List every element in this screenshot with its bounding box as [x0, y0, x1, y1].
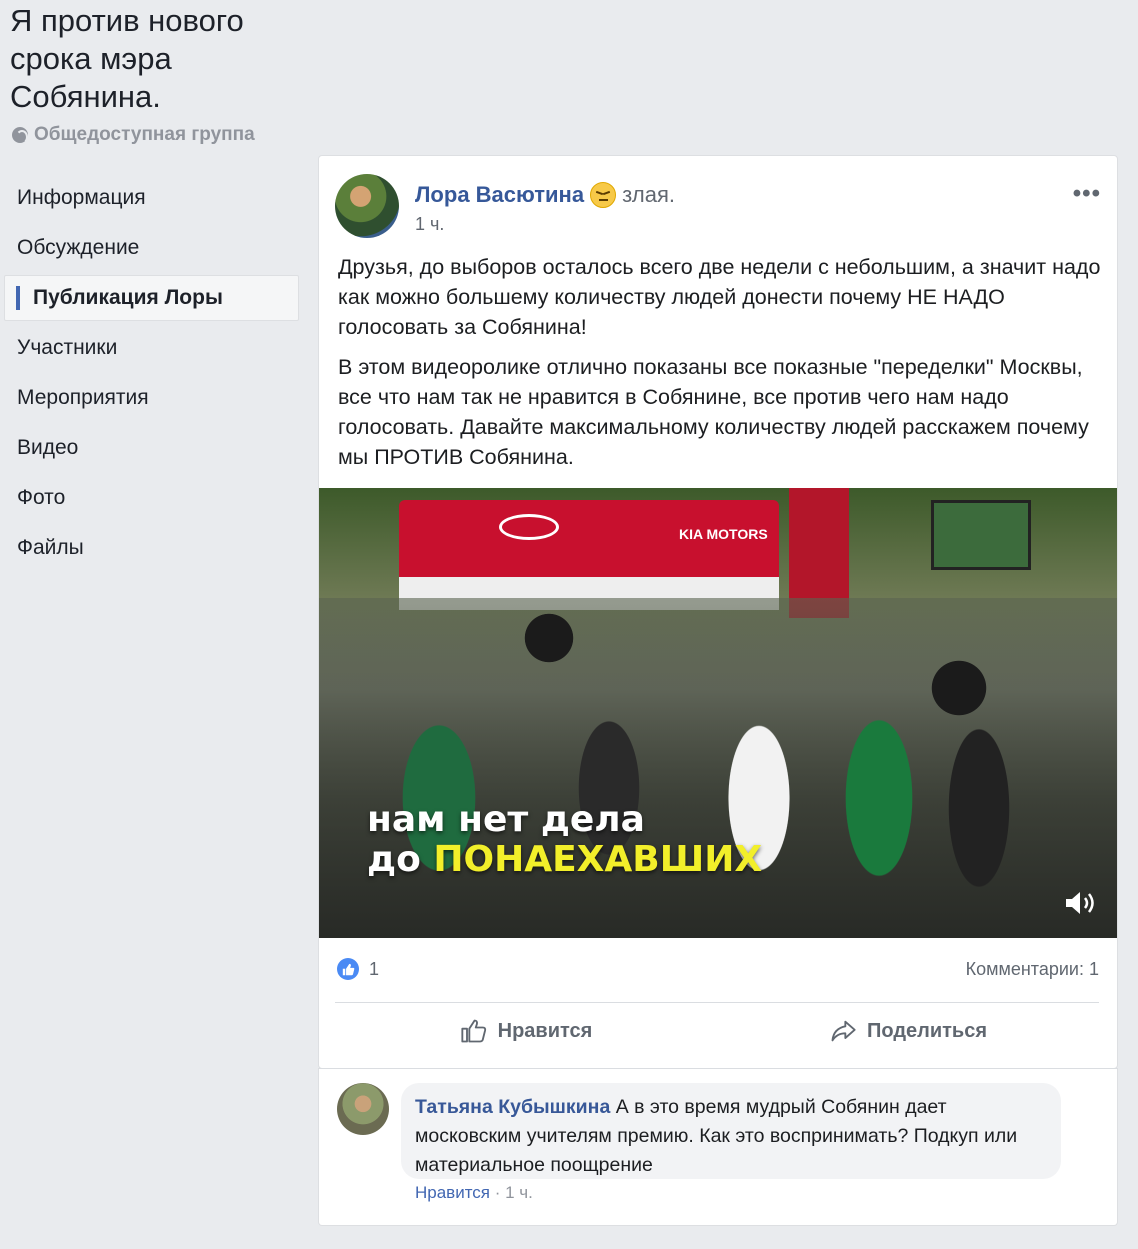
comment-like-link[interactable]: Нравится: [415, 1183, 490, 1202]
like-button-label: Нравится: [497, 1019, 593, 1042]
video-background-screen: [931, 500, 1031, 570]
video-caption: нам нет дела до ПОНАЕХАВШИХ: [367, 800, 762, 880]
nav-item-lora-post[interactable]: Публикация Лоры: [4, 275, 299, 321]
post-paragraph-2: В этом видеоролике отлично показаны все …: [338, 355, 1089, 469]
group-title: Я против нового срока мэра Собянина.: [10, 3, 244, 114]
nav-item-members[interactable]: Участники: [4, 323, 299, 373]
angry-emoji-icon: [590, 182, 617, 208]
share-icon: [831, 1020, 856, 1042]
comments-count[interactable]: Комментарии: 1: [966, 959, 1099, 980]
comment-bubble: Татьяна Кубышкина А в это время мудрый С…: [401, 1083, 1061, 1179]
comment-timestamp[interactable]: 1 ч.: [505, 1183, 533, 1202]
post-paragraph-1: Друзья, до выборов осталось всего две не…: [338, 255, 1101, 339]
nav-item-videos[interactable]: Видео: [4, 423, 299, 473]
author-name[interactable]: Лора Васютина: [415, 182, 584, 208]
video-caption-line-1: нам нет дела: [367, 799, 645, 840]
video-caption-prefix: до: [367, 839, 434, 880]
comment-meta: Нравится · 1 ч.: [415, 1183, 533, 1203]
post-card: Лора Васютина злая. 1 ч. ••• Друзья, до …: [318, 155, 1118, 1069]
more-options-icon[interactable]: •••: [1073, 180, 1101, 208]
nav-item-info[interactable]: Информация: [4, 173, 299, 223]
feeling-label: злая.: [622, 182, 676, 207]
nav-item-events[interactable]: Мероприятия: [4, 373, 299, 423]
video-caption-highlight: ПОНАЕХАВШИХ: [433, 839, 763, 880]
share-button[interactable]: Поделиться: [717, 1002, 1099, 1060]
globe-icon: [12, 127, 28, 144]
kia-sign: KIA MOTORS: [679, 526, 768, 542]
like-reaction-icon[interactable]: [337, 958, 359, 980]
comment-meta-separator: ·: [490, 1183, 506, 1202]
post-stats: 1 Комментарии: 1: [335, 956, 1099, 984]
like-button[interactable]: Нравится: [335, 1002, 717, 1060]
post-timestamp[interactable]: 1 ч.: [415, 214, 444, 235]
group-privacy-label: Общедоступная группа: [34, 124, 255, 145]
comments-section: Татьяна Кубышкина А в это время мудрый С…: [318, 1068, 1118, 1226]
comment-author[interactable]: Татьяна Кубышкина: [415, 1096, 610, 1118]
nav-item-discussion[interactable]: Обсуждение: [4, 223, 299, 273]
video-caption-line-2: до ПОНАЕХАВШИХ: [367, 840, 762, 880]
kia-logo: [499, 514, 559, 540]
video-background-stand: KIA MOTORS: [399, 500, 779, 610]
nav-item-photos[interactable]: Фото: [4, 473, 299, 523]
group-privacy: Общедоступная группа: [12, 124, 255, 146]
nav-item-files[interactable]: Файлы: [4, 523, 299, 573]
post-text: Друзья, до выборов осталось всего две не…: [338, 252, 1103, 482]
video-crowd: [319, 598, 1117, 938]
video-player[interactable]: KIA MOTORS нам нет дела до ПОНАЕХАВШИХ: [319, 488, 1117, 938]
thumbs-up-icon: [461, 1019, 486, 1043]
author-line: Лора Васютина злая.: [415, 182, 675, 208]
post-actions: Нравится Поделиться: [335, 1002, 1099, 1060]
commenter-avatar[interactable]: [337, 1083, 389, 1135]
sound-icon[interactable]: [1063, 888, 1099, 918]
post-header: Лора Васютина злая. 1 ч. •••: [335, 174, 1101, 244]
share-button-label: Поделиться: [866, 1019, 988, 1042]
author-avatar[interactable]: [335, 174, 399, 238]
like-count[interactable]: 1: [369, 959, 379, 980]
group-nav: Информация Обсуждение Публикация Лоры Уч…: [4, 173, 299, 573]
